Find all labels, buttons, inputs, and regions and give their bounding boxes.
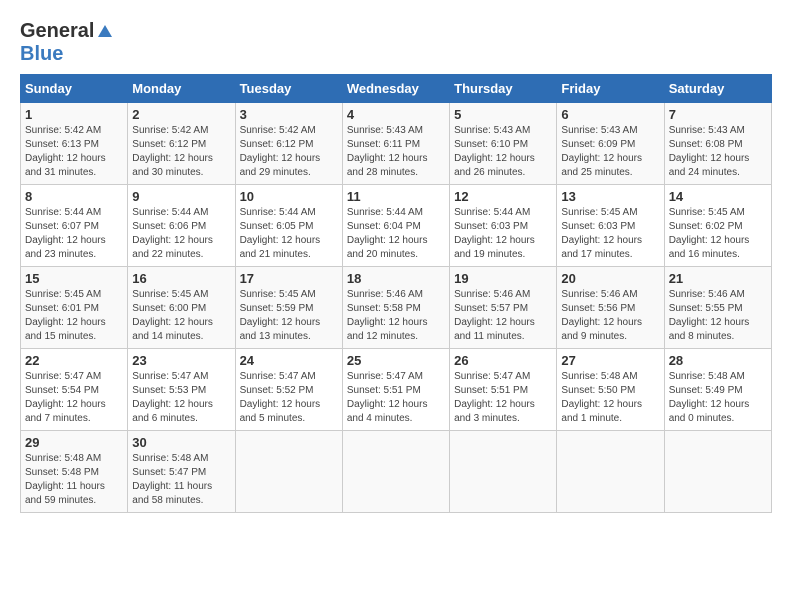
- calendar-cell-3: 3Sunrise: 5:42 AMSunset: 6:12 PMDaylight…: [235, 103, 342, 185]
- calendar-cell-8: 8Sunrise: 5:44 AMSunset: 6:07 PMDaylight…: [21, 185, 128, 267]
- calendar-cell-21: 21Sunrise: 5:46 AMSunset: 5:55 PMDayligh…: [664, 267, 771, 349]
- calendar-week-3: 15Sunrise: 5:45 AMSunset: 6:01 PMDayligh…: [21, 267, 772, 349]
- calendar-cell-25: 25Sunrise: 5:47 AMSunset: 5:51 PMDayligh…: [342, 349, 449, 431]
- calendar-cell-6: 6Sunrise: 5:43 AMSunset: 6:09 PMDaylight…: [557, 103, 664, 185]
- header: General Blue: [20, 20, 772, 66]
- calendar-cell-26: 26Sunrise: 5:47 AMSunset: 5:51 PMDayligh…: [450, 349, 557, 431]
- calendar-cell-14: 14Sunrise: 5:45 AMSunset: 6:02 PMDayligh…: [664, 185, 771, 267]
- calendar-cell-5: 5Sunrise: 5:43 AMSunset: 6:10 PMDaylight…: [450, 103, 557, 185]
- column-header-saturday: Saturday: [664, 75, 771, 103]
- column-header-monday: Monday: [128, 75, 235, 103]
- column-header-tuesday: Tuesday: [235, 75, 342, 103]
- calendar-cell-9: 9Sunrise: 5:44 AMSunset: 6:06 PMDaylight…: [128, 185, 235, 267]
- calendar-cell-17: 17Sunrise: 5:45 AMSunset: 5:59 PMDayligh…: [235, 267, 342, 349]
- calendar-cell-15: 15Sunrise: 5:45 AMSunset: 6:01 PMDayligh…: [21, 267, 128, 349]
- calendar-cell-24: 24Sunrise: 5:47 AMSunset: 5:52 PMDayligh…: [235, 349, 342, 431]
- calendar-cell-4: 4Sunrise: 5:43 AMSunset: 6:11 PMDaylight…: [342, 103, 449, 185]
- calendar-cell-empty: [342, 431, 449, 513]
- calendar-table: SundayMondayTuesdayWednesdayThursdayFrid…: [20, 74, 772, 513]
- calendar-cell-7: 7Sunrise: 5:43 AMSunset: 6:08 PMDaylight…: [664, 103, 771, 185]
- calendar-cell-30: 30Sunrise: 5:48 AMSunset: 5:47 PMDayligh…: [128, 431, 235, 513]
- calendar-cell-27: 27Sunrise: 5:48 AMSunset: 5:50 PMDayligh…: [557, 349, 664, 431]
- calendar-cell-12: 12Sunrise: 5:44 AMSunset: 6:03 PMDayligh…: [450, 185, 557, 267]
- calendar-week-5: 29Sunrise: 5:48 AMSunset: 5:48 PMDayligh…: [21, 431, 772, 513]
- column-header-thursday: Thursday: [450, 75, 557, 103]
- calendar-cell-empty: [450, 431, 557, 513]
- column-header-sunday: Sunday: [21, 75, 128, 103]
- calendar-cell-23: 23Sunrise: 5:47 AMSunset: 5:53 PMDayligh…: [128, 349, 235, 431]
- calendar-cell-20: 20Sunrise: 5:46 AMSunset: 5:56 PMDayligh…: [557, 267, 664, 349]
- column-header-friday: Friday: [557, 75, 664, 103]
- calendar-cell-16: 16Sunrise: 5:45 AMSunset: 6:00 PMDayligh…: [128, 267, 235, 349]
- calendar-cell-11: 11Sunrise: 5:44 AMSunset: 6:04 PMDayligh…: [342, 185, 449, 267]
- column-header-wednesday: Wednesday: [342, 75, 449, 103]
- calendar-cell-19: 19Sunrise: 5:46 AMSunset: 5:57 PMDayligh…: [450, 267, 557, 349]
- calendar-cell-13: 13Sunrise: 5:45 AMSunset: 6:03 PMDayligh…: [557, 185, 664, 267]
- calendar-cell-empty: [235, 431, 342, 513]
- calendar-week-4: 22Sunrise: 5:47 AMSunset: 5:54 PMDayligh…: [21, 349, 772, 431]
- calendar-cell-18: 18Sunrise: 5:46 AMSunset: 5:58 PMDayligh…: [342, 267, 449, 349]
- calendar-header-row: SundayMondayTuesdayWednesdayThursdayFrid…: [21, 75, 772, 103]
- calendar-cell-29: 29Sunrise: 5:48 AMSunset: 5:48 PMDayligh…: [21, 431, 128, 513]
- calendar-cell-empty: [557, 431, 664, 513]
- logo-icon: [96, 23, 114, 41]
- calendar-cell-1: 1Sunrise: 5:42 AMSunset: 6:13 PMDaylight…: [21, 103, 128, 185]
- logo-general: General: [20, 20, 94, 43]
- calendar-week-2: 8Sunrise: 5:44 AMSunset: 6:07 PMDaylight…: [21, 185, 772, 267]
- logo-blue: Blue: [20, 43, 63, 66]
- calendar-cell-2: 2Sunrise: 5:42 AMSunset: 6:12 PMDaylight…: [128, 103, 235, 185]
- calendar-week-1: 1Sunrise: 5:42 AMSunset: 6:13 PMDaylight…: [21, 103, 772, 185]
- calendar-cell-empty: [664, 431, 771, 513]
- logo: General Blue: [20, 20, 116, 66]
- calendar-cell-28: 28Sunrise: 5:48 AMSunset: 5:49 PMDayligh…: [664, 349, 771, 431]
- calendar-cell-22: 22Sunrise: 5:47 AMSunset: 5:54 PMDayligh…: [21, 349, 128, 431]
- calendar-cell-10: 10Sunrise: 5:44 AMSunset: 6:05 PMDayligh…: [235, 185, 342, 267]
